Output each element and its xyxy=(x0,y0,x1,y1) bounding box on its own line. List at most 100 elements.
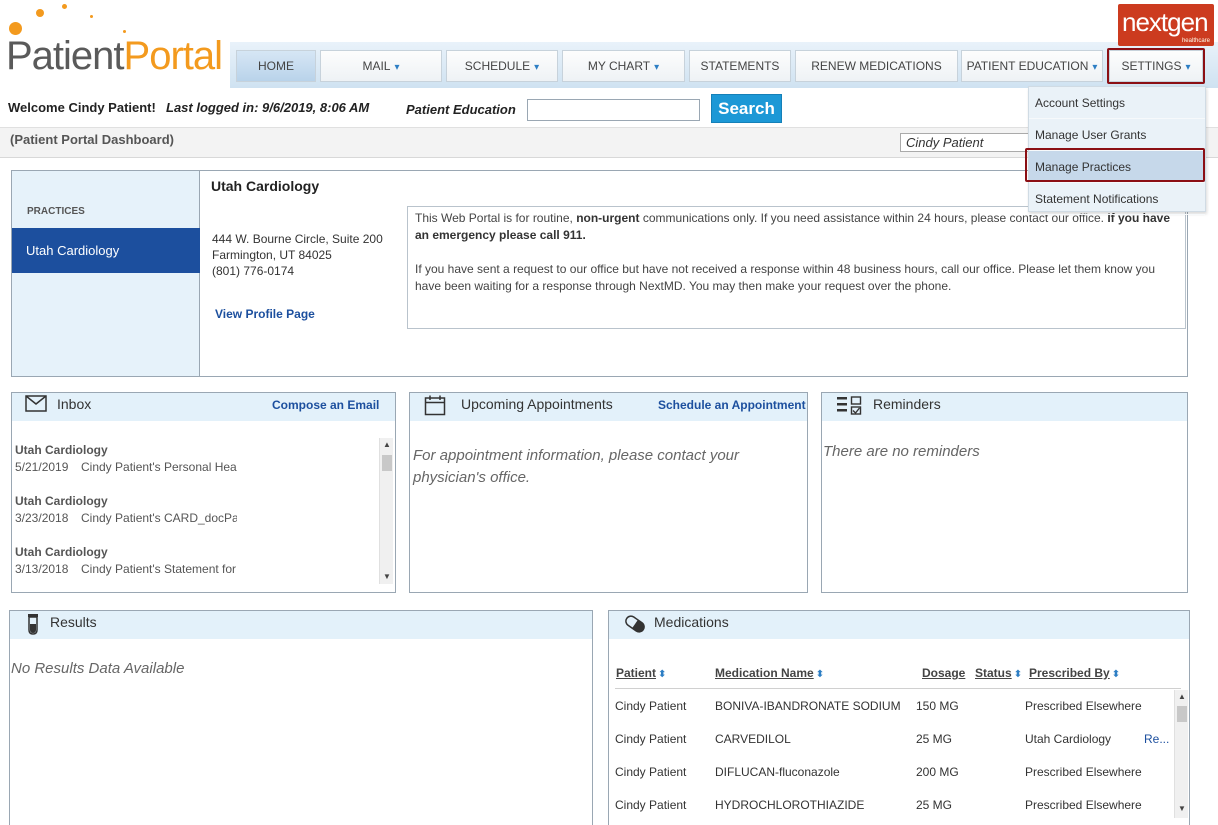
schedule-appointment-link[interactable]: Schedule an Appointment xyxy=(658,398,806,412)
practice-address-line1: 444 W. Bourne Circle, Suite 200 xyxy=(212,232,383,246)
column-header-label: Patient xyxy=(616,666,657,680)
brand-name: nextgen xyxy=(1122,7,1209,37)
tab-renew-medications[interactable]: RENEW MEDICATIONS xyxy=(795,50,958,82)
notice-text: This Web Portal is for routine, xyxy=(415,211,577,225)
med-cell-prescribed-by: Prescribed Elsewhere xyxy=(1025,699,1142,713)
practices-heading: PRACTICES xyxy=(27,206,85,217)
scroll-thumb[interactable] xyxy=(1177,706,1187,722)
calendar-icon xyxy=(424,395,446,416)
menu-item-statement-notifications[interactable]: Statement Notifications xyxy=(1029,183,1205,215)
portal-notice: This Web Portal is for routine, non-urge… xyxy=(407,206,1186,329)
results-header xyxy=(10,611,592,639)
tab-patient-education[interactable]: PATIENT EDUCATION ▾ xyxy=(961,50,1103,82)
med-cell-name: DIFLUCAN-fluconazole xyxy=(715,765,840,779)
practice-phone: (801) 776-0174 xyxy=(212,264,295,278)
pill-icon xyxy=(625,615,645,633)
appointments-message: For appointment information, please cont… xyxy=(413,447,740,486)
logo-text: PatientPortal xyxy=(6,34,223,78)
inbox-item-from[interactable]: Utah Cardiology xyxy=(15,494,108,508)
tab-schedule-label: SCHEDULE xyxy=(464,59,531,73)
scroll-thumb[interactable] xyxy=(382,455,392,471)
inbox-item-line[interactable]: 3/23/2018 Cindy Patient's CARD_docPatient xyxy=(15,511,237,525)
chevron-down-icon: ▾ xyxy=(534,62,540,73)
scroll-up-icon[interactable]: ▲ xyxy=(380,440,394,450)
column-header-medication-name[interactable]: Medication Name ⬍ xyxy=(715,666,824,680)
inbox-item-subject: Cindy Patient's CARD_docPatient xyxy=(81,511,237,525)
column-header-label: Status xyxy=(975,666,1012,680)
appointments-widget: Upcoming Appointments Schedule an Appoin… xyxy=(409,392,808,593)
practice-name: Utah Cardiology xyxy=(211,178,320,194)
sort-icon[interactable]: ⬍ xyxy=(1014,669,1022,680)
envelope-icon xyxy=(25,395,47,412)
last-login: Last logged in: 9/6/2019, 8:06 AM xyxy=(166,100,370,115)
medications-scrollbar[interactable]: ▲ ▼ xyxy=(1174,690,1188,818)
menu-item-manage-user-grants[interactable]: Manage User Grants xyxy=(1029,119,1205,151)
logo-dot-medium xyxy=(36,9,44,17)
notice-paragraph-1: This Web Portal is for routine, non-urge… xyxy=(415,210,1178,244)
practices-sidebar xyxy=(12,171,200,376)
tab-my-chart-label: MY CHART xyxy=(587,59,651,73)
med-cell-name: CARVEDILOL xyxy=(715,732,791,746)
column-header-dosage[interactable]: Dosage xyxy=(922,666,965,680)
med-cell-dosage: 150 MG xyxy=(916,699,959,713)
scroll-down-icon[interactable]: ▼ xyxy=(1175,804,1189,814)
reminders-widget: Reminders There are no reminders xyxy=(821,392,1188,593)
med-cell-patient: Cindy Patient xyxy=(615,699,687,713)
tab-my-chart[interactable]: MY CHART ▾ xyxy=(562,50,685,82)
nextgen-logo: nextgen healthcare xyxy=(1118,4,1214,46)
appointments-title: Upcoming Appointments xyxy=(461,396,613,412)
sort-icon[interactable]: ⬍ xyxy=(658,669,666,680)
sort-icon[interactable]: ⬍ xyxy=(1112,669,1120,680)
med-cell-dosage: 25 MG xyxy=(916,732,953,746)
medications-title: Medications xyxy=(654,614,729,630)
tab-statements-label: STATEMENTS xyxy=(700,59,780,73)
med-cell-prescribed-by: Utah Cardiology xyxy=(1025,732,1112,746)
inbox-item-subject: Cindy Patient's Personal Health xyxy=(81,460,237,474)
practice-item-utah-cardiology[interactable]: Utah Cardiology xyxy=(12,228,200,273)
medications-table-divider xyxy=(615,688,1181,689)
menu-item-account-settings[interactable]: Account Settings xyxy=(1029,87,1205,119)
logo[interactable]: PatientPortal xyxy=(0,0,230,88)
inbox-item-line[interactable]: 5/21/2019 Cindy Patient's Personal Health xyxy=(15,460,237,474)
tab-schedule[interactable]: SCHEDULE ▾ xyxy=(446,50,558,82)
column-header-patient[interactable]: Patient ⬍ xyxy=(616,666,666,680)
settings-highlight-outline xyxy=(1107,48,1205,84)
logo-portal: Portal xyxy=(123,34,223,78)
scroll-up-icon[interactable]: ▲ xyxy=(1175,692,1189,702)
chevron-down-icon: ▾ xyxy=(1092,62,1098,73)
tab-statements[interactable]: STATEMENTS xyxy=(689,50,791,82)
notice-paragraph-2: If you have sent a request to our office… xyxy=(415,262,1155,293)
renew-link[interactable]: Re... xyxy=(1144,732,1169,746)
tab-mail[interactable]: MAIL ▾ xyxy=(320,50,442,82)
reminders-title: Reminders xyxy=(873,396,941,412)
inbox-title: Inbox xyxy=(57,396,92,412)
results-title: Results xyxy=(50,614,97,630)
manage-practices-highlight-outline xyxy=(1025,148,1205,182)
med-cell-patient: Cindy Patient xyxy=(615,765,687,779)
inbox-item-line[interactable]: 3/13/2018 Cindy Patient's Statement for C xyxy=(15,562,237,576)
reminders-message: There are no reminders xyxy=(823,443,980,460)
column-header-status[interactable]: Status ⬍ xyxy=(975,666,1022,680)
patient-select[interactable]: Cindy Patient xyxy=(900,133,1030,152)
inbox-scrollbar[interactable]: ▲ ▼ xyxy=(379,438,393,584)
inbox-item-from[interactable]: Utah Cardiology xyxy=(15,545,108,559)
page-title: (Patient Portal Dashboard) xyxy=(10,132,174,147)
tab-mail-label: MAIL xyxy=(362,59,391,73)
tab-home-label: HOME xyxy=(258,59,294,73)
welcome-greeting: Welcome Cindy Patient! xyxy=(8,100,156,115)
tab-home[interactable]: HOME xyxy=(236,50,316,82)
view-profile-link[interactable]: View Profile Page xyxy=(215,307,315,321)
tab-patient-education-label: PATIENT EDUCATION xyxy=(966,59,1089,73)
inbox-item-date: 3/13/2018 xyxy=(15,562,69,576)
search-button[interactable]: Search xyxy=(711,94,782,123)
sort-icon[interactable]: ⬍ xyxy=(816,669,824,680)
inbox-item-from[interactable]: Utah Cardiology xyxy=(15,443,108,457)
logo-dot-small xyxy=(62,4,67,9)
med-cell-prescribed-by: Prescribed Elsewhere xyxy=(1025,798,1142,812)
scroll-down-icon[interactable]: ▼ xyxy=(380,572,394,582)
column-header-prescribed-by[interactable]: Prescribed By ⬍ xyxy=(1029,666,1120,680)
compose-email-link[interactable]: Compose an Email xyxy=(272,398,379,412)
search-input[interactable] xyxy=(527,99,700,121)
med-cell-name: HYDROCHLOROTHIAZIDE xyxy=(715,798,865,812)
med-cell-name: BONIVA-IBANDRONATE SODIUM xyxy=(715,699,901,713)
